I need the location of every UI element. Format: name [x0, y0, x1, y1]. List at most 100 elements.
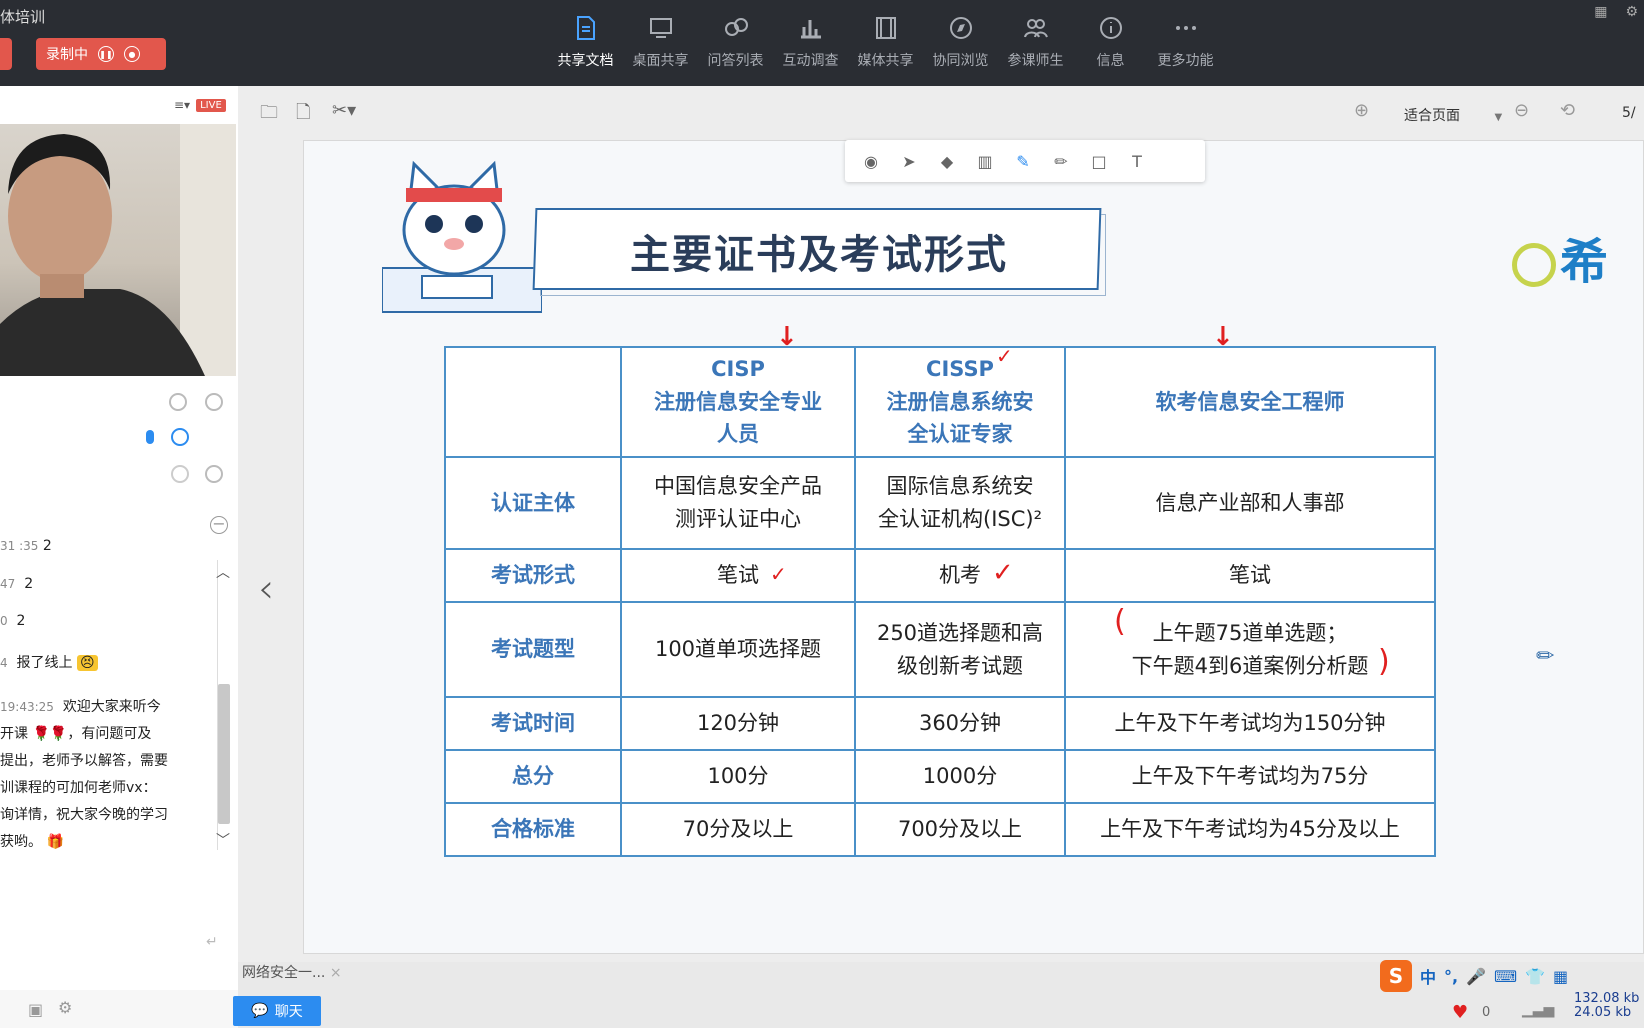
menu-icon[interactable]: ≡▾ [174, 98, 190, 112]
table-cell: 100道单项选择题 [620, 601, 856, 698]
row-label: 认证主体 [444, 456, 622, 550]
prev-page-icon[interactable]: ‹ [258, 566, 274, 612]
table-cell: 700分及以上 [854, 802, 1066, 857]
chat-message: 训课程的可加何老师vx： [0, 780, 157, 796]
table-cell: 100分 [620, 749, 856, 804]
table-cell: 笔试 [620, 548, 856, 603]
start-button-stub[interactable] [0, 38, 12, 70]
rectangle-icon[interactable]: □ [1087, 149, 1111, 173]
recording-indicator[interactable]: 录制中 ❚❚ ● [36, 38, 166, 70]
row-label: 考试形式 [444, 548, 622, 603]
pause-icon[interactable]: ❚❚ [98, 46, 114, 62]
tool-label: 参课师生 [1007, 53, 1064, 69]
stop-icon[interactable]: ● [124, 46, 140, 62]
chat-message: 19:43:25 欢迎大家来听今 [0, 699, 161, 715]
logo-mark-icon [1512, 243, 1556, 287]
chat-bubble-icon [205, 465, 223, 483]
slide-title: 主要证书及考试形式 [630, 232, 1008, 278]
table-cell: 国际信息系统安 全认证机构(ISC)² [854, 456, 1066, 550]
net-upload: 132.08 kb [1574, 991, 1640, 1006]
settings-icon[interactable]: ⚙ [58, 998, 72, 1017]
video-controls [140, 392, 230, 492]
document-tab[interactable]: 网络安全一... × [242, 962, 342, 982]
pen-icon[interactable]: ✏ [1049, 149, 1073, 173]
pencil-icon[interactable]: ✏ [1536, 644, 1554, 669]
grid-icon[interactable]: ▦ [1553, 967, 1568, 986]
row-label: 总分 [444, 749, 622, 804]
tool-label: 媒体共享 [857, 53, 914, 69]
tool-shared-doc[interactable]: 共享文档 [548, 14, 623, 70]
fit-page-select[interactable]: 适合页面 ▼ [1404, 105, 1502, 125]
clear-icon[interactable]: ▥ [973, 149, 997, 173]
screenshot-icon[interactable]: ▣ [28, 1000, 43, 1019]
tool-participants[interactable]: 参课师生 [998, 14, 1073, 70]
scroll-down-icon[interactable]: ﹀ [216, 830, 230, 850]
punctuation-icon[interactable]: °, [1444, 967, 1458, 986]
ime-mode[interactable]: 中 [1420, 964, 1436, 988]
media-film-icon [872, 14, 900, 42]
cut-icon[interactable]: ✂▾ [332, 100, 356, 121]
new-doc-icon[interactable]: 🗋 [296, 100, 310, 130]
zoom-in-icon[interactable]: ⊕ [1354, 100, 1369, 121]
gift-icon: 🎁 [46, 834, 64, 850]
chat-message: 0 2 [0, 613, 26, 629]
cat-mascot-illustration [382, 160, 542, 313]
sogou-ime-icon[interactable]: S [1380, 960, 1412, 992]
row-label: 考试题型 [444, 601, 622, 698]
tool-desktop-share[interactable]: 桌面共享 [623, 14, 698, 70]
chat-scroll-thumb[interactable] [218, 684, 230, 824]
microphone-icon[interactable]: 🎤 [1466, 967, 1486, 986]
text-tool-icon[interactable]: T [1125, 149, 1149, 173]
eraser-icon[interactable]: ◆ [935, 149, 959, 173]
like-heart-icon[interactable]: ♥ [1452, 1002, 1468, 1023]
table-cell: 上午及下午考试均为45分及以上 [1064, 802, 1436, 857]
brand-logo: 希 [1512, 222, 1608, 292]
presenter-video [0, 124, 236, 376]
annotation-arrow-icon: ↓ [1212, 322, 1234, 352]
system-tray: S 中 °, 🎤 ⌨ 👕 ▦ [1380, 960, 1568, 992]
table-row: 考试形式 笔试 机考 笔试 [444, 548, 1436, 603]
live-indicator: ≡▾ LIVE [174, 98, 226, 112]
network-speed: 132.08 kb 24.05 kb [1574, 992, 1639, 1020]
chat-panel: 31 :35 2 47 2 0 2 4 报了线上 😣 19:43:25 欢迎大家… [0, 512, 238, 872]
tool-label: 互动调查 [782, 53, 839, 69]
send-icon[interactable]: ↵ [206, 934, 218, 950]
table-header-row: CISP 注册信息安全专业 人员 CISSP 注册信息系统安 全认证专家 软考信… [444, 346, 1436, 458]
keyboard-icon[interactable]: ⌨ [1494, 967, 1517, 986]
layout-icon[interactable]: ▦ [1594, 4, 1607, 20]
rotate-icon[interactable]: ⟲ [1560, 100, 1575, 121]
chat-message: 获哟。 🎁 [0, 834, 64, 850]
chat-message: 开课 🌹🌹，有问题可及 [0, 726, 152, 742]
recording-label: 录制中 [46, 47, 88, 63]
chat-message: 询详情，祝大家今晚的学习 [0, 807, 168, 823]
annotation-arrow-icon: ↓ [776, 322, 798, 352]
table-cell: 上午及下午考试均为75分 [1064, 749, 1436, 804]
net-download: 24.05 kb [1574, 1005, 1632, 1020]
chat-bubble-icon: 💬 [251, 1003, 269, 1019]
chat-button[interactable]: 💬 聊天 [233, 996, 321, 1026]
row-label: 考试时间 [444, 696, 622, 751]
tool-co-browse[interactable]: 协同浏览 [923, 14, 998, 70]
table-cell: 笔试 [1064, 548, 1436, 603]
zoom-out-icon[interactable]: ⊖ [1514, 100, 1529, 121]
settings-icon[interactable]: ⚙ [1625, 4, 1638, 20]
highlighter-icon[interactable]: ✎ [1011, 149, 1035, 173]
tool-more[interactable]: 更多功能 [1148, 14, 1223, 70]
tool-media-share[interactable]: 媒体共享 [848, 14, 923, 70]
qa-list-icon [722, 14, 750, 42]
tool-info[interactable]: 信息 [1073, 14, 1148, 70]
open-folder-icon[interactable]: 🗀 [260, 100, 278, 130]
laser-pointer-icon[interactable]: ◉ [859, 149, 883, 173]
tool-survey[interactable]: 互动调查 [773, 14, 848, 70]
window-controls: ▦ ⚙ [1588, 0, 1644, 24]
skin-icon[interactable]: 👕 [1525, 967, 1545, 986]
chat-message: 47 2 [0, 576, 34, 592]
close-icon[interactable]: × [330, 965, 342, 981]
page-indicator: 5/ [1622, 105, 1636, 121]
scroll-up-icon[interactable]: ︿ [216, 562, 230, 582]
cursor-icon[interactable]: ➤ [897, 149, 921, 173]
table-corner-cell [444, 346, 622, 458]
table-cell: 信息产业部和人事部 [1064, 456, 1436, 550]
tool-qa-list[interactable]: 问答列表 [698, 14, 773, 70]
table-cell: 机考 [854, 548, 1066, 603]
